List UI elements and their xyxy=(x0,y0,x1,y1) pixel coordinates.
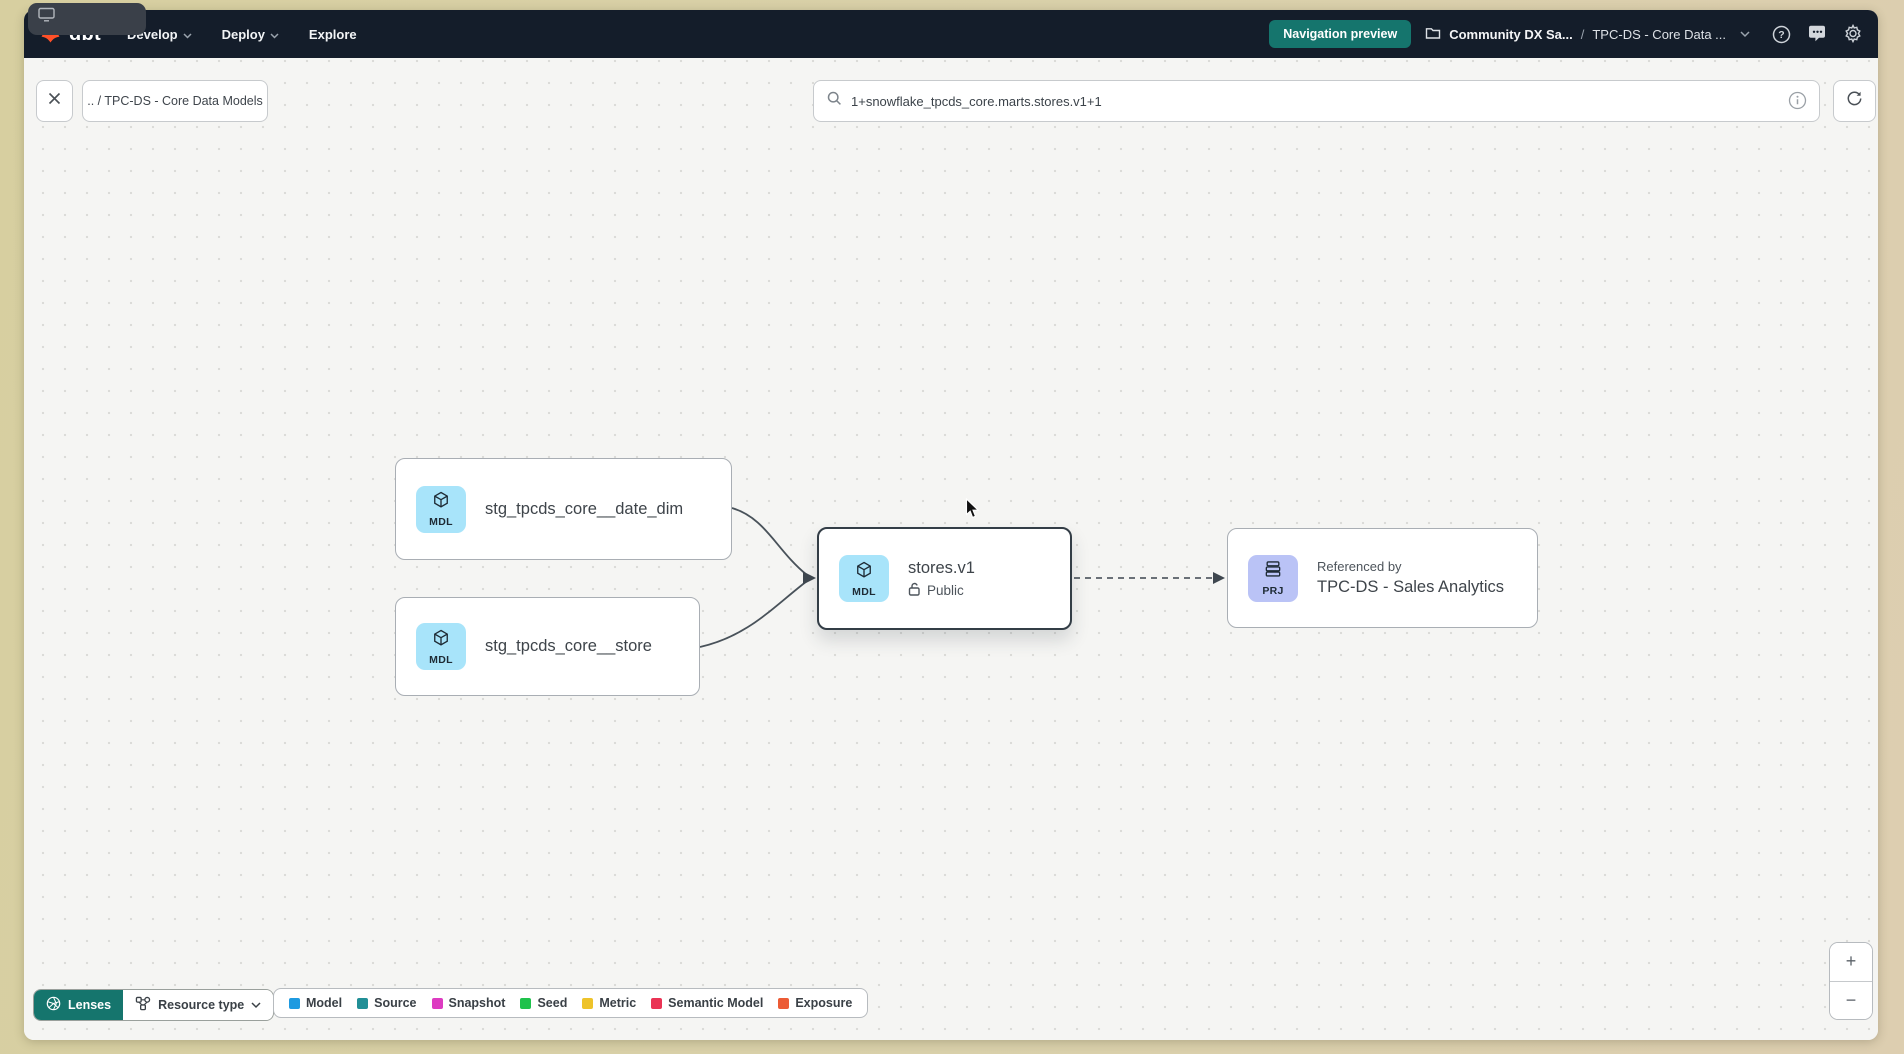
edge-arrowhead xyxy=(803,572,816,585)
lens-aperture-icon xyxy=(46,996,61,1014)
zoom-controls: + − xyxy=(1829,942,1873,1020)
legend-item-exposure: Exposure xyxy=(778,996,852,1010)
nav-item-deploy[interactable]: Deploy xyxy=(222,27,279,42)
close-icon xyxy=(48,92,61,110)
lineage-path-chip[interactable]: .. / TPC-DS - Core Data Models xyxy=(82,80,268,122)
svg-text:?: ? xyxy=(1778,29,1784,41)
cube-icon xyxy=(431,628,451,653)
lock-open-icon xyxy=(908,582,921,599)
legend-item-seed: Seed xyxy=(520,996,567,1010)
close-lineage-button[interactable] xyxy=(36,80,73,122)
zoom-in-button[interactable]: + xyxy=(1830,943,1872,982)
help-icon[interactable]: ? xyxy=(1770,23,1792,45)
resource-type-legend: Model Source Snapshot Seed Metric Semant… xyxy=(273,988,868,1018)
monitor-icon xyxy=(38,7,55,27)
refresh-icon xyxy=(1846,90,1863,112)
node-title: TPC-DS - Sales Analytics xyxy=(1317,578,1504,597)
legend-item-source: Source xyxy=(357,996,416,1010)
node-title: stg_tpcds_core__date_dim xyxy=(485,500,683,519)
screen-capture-overlay xyxy=(28,3,146,35)
breadcrumb: Community DX Sa... / TPC-DS - Core Data … xyxy=(1425,23,1756,45)
node-access-level: Public xyxy=(908,582,975,599)
edge-store-to-stores xyxy=(700,581,807,647)
legend-swatch xyxy=(651,998,662,1009)
legend-item-semantic-model: Semantic Model xyxy=(651,996,763,1010)
edge-arrowhead xyxy=(1213,572,1225,584)
legend-item-model: Model xyxy=(289,996,342,1010)
node-pretitle: Referenced by xyxy=(1317,559,1504,574)
nav-item-explore[interactable]: Explore xyxy=(309,27,357,42)
zoom-out-button[interactable]: − xyxy=(1830,982,1872,1020)
resource-type-dropdown[interactable]: Resource type xyxy=(123,990,273,1020)
legend-item-metric: Metric xyxy=(582,996,636,1010)
dbt-app-window: dbt Develop Deploy Explore Navigation pr… xyxy=(24,10,1878,1040)
node-stores-v1-selected[interactable]: MDL stores.v1 Public xyxy=(817,527,1072,630)
badge-label: MDL xyxy=(429,516,453,528)
node-title: stores.v1 xyxy=(908,559,975,578)
edge-date-dim-to-stores xyxy=(732,508,807,575)
graph-nodes-icon xyxy=(135,996,151,1014)
legend-item-snapshot: Snapshot xyxy=(432,996,506,1010)
legend-swatch xyxy=(778,998,789,1009)
legend-swatch xyxy=(357,998,368,1009)
breadcrumb-section[interactable]: TPC-DS - Core Data ... xyxy=(1592,27,1726,42)
cube-icon xyxy=(854,560,874,585)
breadcrumb-separator: / xyxy=(1581,27,1585,42)
top-navigation-bar: dbt Develop Deploy Explore Navigation pr… xyxy=(24,10,1878,58)
chevron-down-icon xyxy=(270,27,279,42)
badge-label: MDL xyxy=(429,654,453,666)
navigation-preview-button[interactable]: Navigation preview xyxy=(1269,20,1411,48)
model-badge: MDL xyxy=(416,486,466,533)
folder-icon xyxy=(1425,26,1441,43)
chevron-down-icon xyxy=(183,27,192,42)
breadcrumb-chevron-down-icon[interactable] xyxy=(1734,23,1756,45)
settings-gear-icon[interactable] xyxy=(1842,23,1864,45)
mouse-cursor xyxy=(965,498,982,525)
refresh-lineage-button[interactable] xyxy=(1833,80,1876,122)
lineage-selector-input[interactable]: 1+snowflake_tpcds_core.marts.stores.v1+1 xyxy=(813,80,1820,122)
badge-label: MDL xyxy=(852,586,876,598)
cube-icon xyxy=(431,490,451,515)
model-badge: MDL xyxy=(839,555,889,602)
lineage-canvas[interactable]: .. / TPC-DS - Core Data Models 1+snowfla… xyxy=(24,58,1878,1040)
model-badge: MDL xyxy=(416,623,466,670)
chevron-down-icon xyxy=(251,998,261,1012)
breadcrumb-project[interactable]: Community DX Sa... xyxy=(1449,27,1573,42)
project-badge: PRJ xyxy=(1248,555,1298,602)
legend-swatch xyxy=(582,998,593,1009)
lenses-button[interactable]: Lenses xyxy=(34,990,123,1020)
node-stg-tpcds-core-date-dim[interactable]: MDL stg_tpcds_core__date_dim xyxy=(395,458,732,560)
node-title: stg_tpcds_core__store xyxy=(485,637,652,656)
archive-stack-icon xyxy=(1263,559,1283,584)
lenses-control: Lenses Resource type xyxy=(33,989,274,1021)
legend-swatch xyxy=(432,998,443,1009)
node-stg-tpcds-core-store[interactable]: MDL stg_tpcds_core__store xyxy=(395,597,700,696)
badge-label: PRJ xyxy=(1262,585,1283,597)
search-icon xyxy=(827,91,842,111)
node-referenced-by-sales-analytics[interactable]: PRJ Referenced by TPC-DS - Sales Analyti… xyxy=(1227,528,1538,628)
info-icon[interactable] xyxy=(1788,91,1807,115)
selector-value: 1+snowflake_tpcds_core.marts.stores.v1+1 xyxy=(851,94,1102,109)
legend-swatch xyxy=(520,998,531,1009)
legend-swatch xyxy=(289,998,300,1009)
feedback-chat-icon[interactable] xyxy=(1806,23,1828,45)
